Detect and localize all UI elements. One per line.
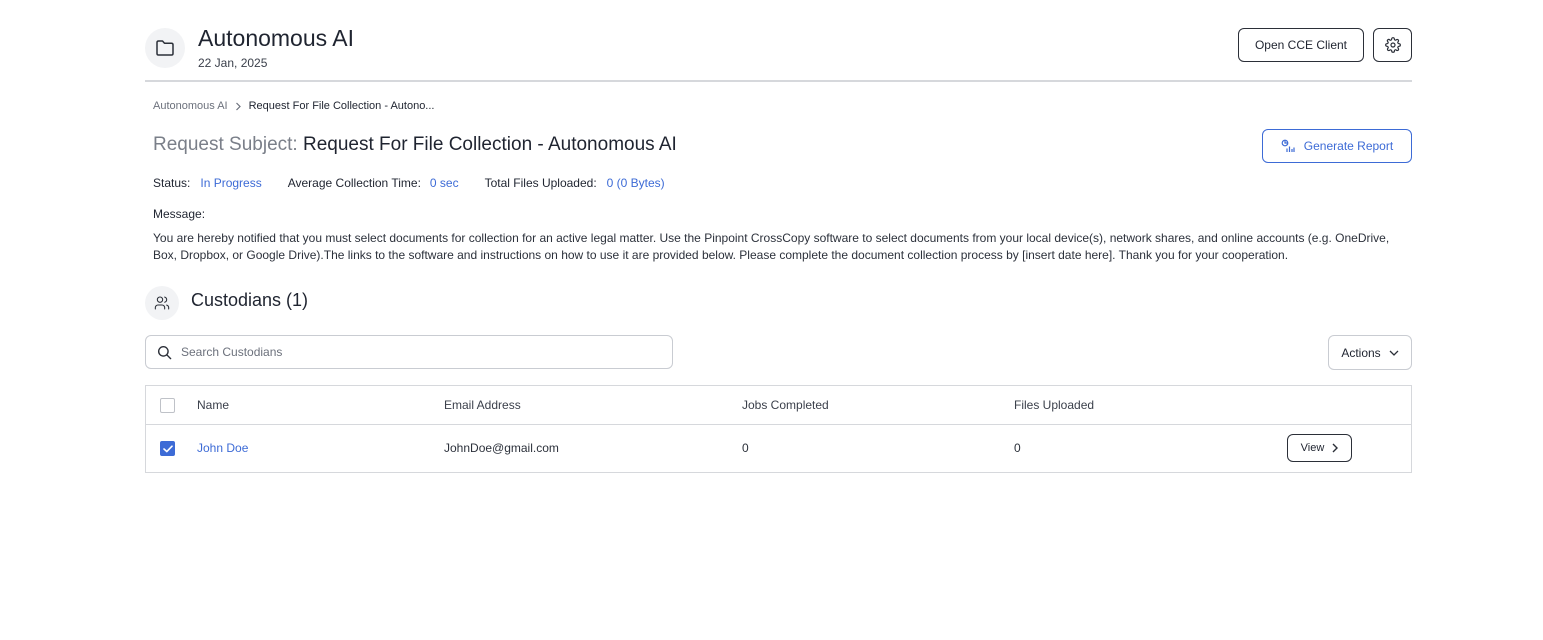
column-header-email[interactable]: Email Address bbox=[444, 398, 521, 412]
status-row: Status: In Progress Average Collection T… bbox=[153, 176, 665, 190]
generate-report-button[interactable]: Generate Report bbox=[1262, 129, 1412, 163]
page-date: 22 Jan, 2025 bbox=[198, 56, 268, 70]
folder-icon bbox=[156, 40, 174, 56]
column-header-jobs-completed[interactable]: Jobs Completed bbox=[742, 398, 829, 412]
breadcrumb-item-autonomous-ai[interactable]: Autonomous AI bbox=[153, 100, 228, 112]
table-row: John Doe JohnDoe@gmail.com 0 0 View bbox=[146, 425, 1411, 473]
chevron-right-icon bbox=[1332, 443, 1339, 453]
row-checkbox[interactable] bbox=[160, 441, 175, 456]
avg-collection-time-value: 0 sec bbox=[429, 176, 459, 190]
request-subject-label: Request Subject: bbox=[153, 134, 298, 155]
total-files-uploaded-value: 0 (0 Bytes) bbox=[606, 176, 665, 190]
status-value: In Progress bbox=[200, 176, 262, 190]
custodians-table: Name Email Address Jobs Completed Files … bbox=[145, 385, 1412, 473]
total-files-uploaded-label: Total Files Uploaded: bbox=[484, 176, 597, 190]
actions-dropdown-button[interactable]: Actions bbox=[1328, 335, 1412, 370]
custodian-name-link[interactable]: John Doe bbox=[197, 441, 248, 455]
column-header-files-uploaded[interactable]: Files Uploaded bbox=[1014, 398, 1094, 412]
settings-button[interactable] bbox=[1373, 28, 1412, 62]
folder-icon-wrapper bbox=[145, 28, 185, 68]
custodian-search bbox=[145, 335, 673, 369]
actions-label: Actions bbox=[1341, 345, 1381, 360]
custodian-files-uploaded: 0 bbox=[1014, 441, 1021, 455]
select-all-checkbox[interactable] bbox=[160, 398, 175, 413]
search-icon bbox=[157, 345, 172, 359]
open-cce-client-button[interactable]: Open CCE Client bbox=[1238, 28, 1364, 62]
page-header: Autonomous AI 22 Jan, 2025 Open CCE Clie… bbox=[145, 26, 1412, 82]
generate-report-label: Generate Report bbox=[1303, 139, 1394, 153]
chevron-right-icon bbox=[235, 102, 241, 110]
page-title: Autonomous AI bbox=[198, 25, 354, 51]
chevron-down-icon bbox=[1389, 350, 1399, 356]
view-custodian-button[interactable]: View bbox=[1287, 434, 1352, 462]
custodian-email: JohnDoe@gmail.com bbox=[444, 441, 559, 455]
table-header: Name Email Address Jobs Completed Files … bbox=[146, 386, 1411, 425]
report-chart-icon bbox=[1281, 139, 1295, 152]
gear-icon bbox=[1384, 37, 1401, 53]
users-icon-wrapper bbox=[145, 286, 179, 320]
breadcrumb-item-current: Request For File Collection - Autono... bbox=[248, 100, 435, 112]
view-label: View bbox=[1300, 442, 1325, 454]
avg-collection-time-label: Average Collection Time: bbox=[287, 176, 421, 190]
request-subject: Request Subject: Request For File Collec… bbox=[153, 134, 677, 156]
message-body: You are hereby notified that you must se… bbox=[153, 231, 1390, 262]
breadcrumb: Autonomous AI Request For File Collectio… bbox=[153, 100, 434, 112]
checkmark-icon bbox=[162, 444, 173, 452]
custodians-title: Custodians (1) bbox=[191, 290, 309, 310]
status-label: Status: bbox=[153, 176, 191, 190]
custodian-jobs-completed: 0 bbox=[742, 441, 749, 455]
message-label: Message: bbox=[153, 207, 206, 221]
request-subject-value: Request For File Collection - Autonomous… bbox=[302, 134, 677, 155]
search-custodians-input[interactable] bbox=[181, 345, 661, 359]
users-icon bbox=[154, 296, 170, 310]
column-header-name[interactable]: Name bbox=[197, 398, 229, 412]
page: Autonomous AI 22 Jan, 2025 Open CCE Clie… bbox=[0, 0, 1543, 640]
